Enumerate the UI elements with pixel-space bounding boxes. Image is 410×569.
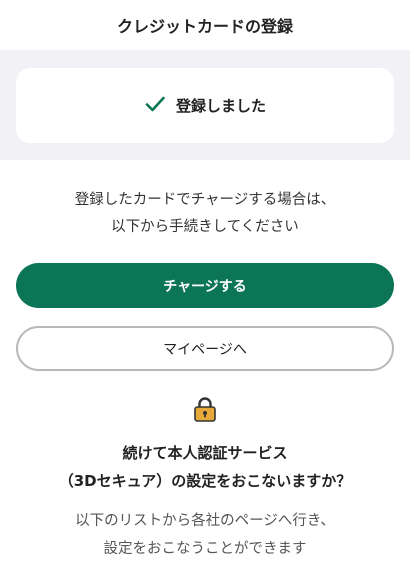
page-title: クレジットカードの登録 — [116, 17, 293, 36]
charge-instructions: 登録したカードでチャージする場合は、 以下から手続きしてください — [0, 187, 410, 241]
note-line-1: 以下のリストから各社のページへ行き、 — [75, 513, 335, 529]
success-message: 登録しました — [175, 97, 266, 115]
verification-question: 続けて本人認証サービス （3Dセキュア）の設定をおこないますか？ — [0, 439, 410, 495]
verification-note: 以下のリストから各社のページへ行き、 設定をおこなうことができます — [0, 507, 410, 563]
charge-button[interactable]: チャージする — [16, 263, 394, 308]
question-line-2: （3Dセキュア）の設定をおこないますか？ — [58, 472, 352, 490]
note-line-2: 設定をおこなうことができます — [103, 541, 307, 557]
question-line-1: 続けて本人認証サービス — [122, 444, 288, 462]
lock-icon — [193, 396, 217, 422]
mypage-button[interactable]: マイページへ — [16, 326, 394, 371]
check-icon — [144, 93, 166, 119]
success-card: 登録しました — [16, 68, 394, 143]
instruction-line-1: 登録したカードでチャージする場合は、 — [74, 192, 336, 208]
instruction-line-2: 以下から手続きしてください — [111, 219, 299, 235]
